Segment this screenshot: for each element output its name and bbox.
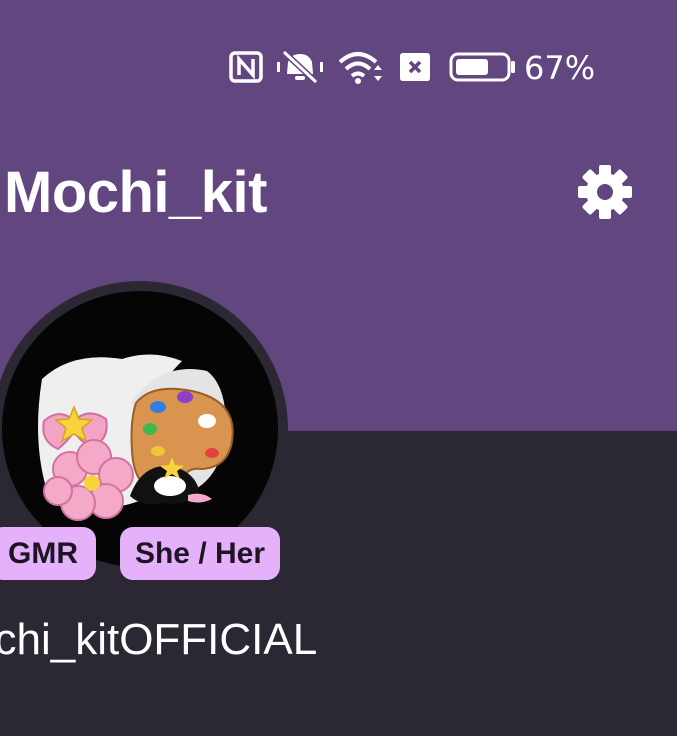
wifi-icon [337,50,383,90]
avatar-image [38,354,234,521]
avatar[interactable] [2,291,278,567]
profile-title: Mochi_kit [4,160,268,225]
badge-gmr[interactable]: GMR [0,527,96,580]
battery-percentage: 67% [524,49,596,87]
username: ochi_kitOFFICIAL [0,615,318,664]
badge-pronouns[interactable]: She / Her [120,527,280,580]
nfc-icon [229,50,263,88]
sim-off-icon [396,50,434,88]
battery-icon [449,50,517,88]
vibrate-off-icon [275,49,325,88]
gear-icon[interactable] [576,163,634,225]
